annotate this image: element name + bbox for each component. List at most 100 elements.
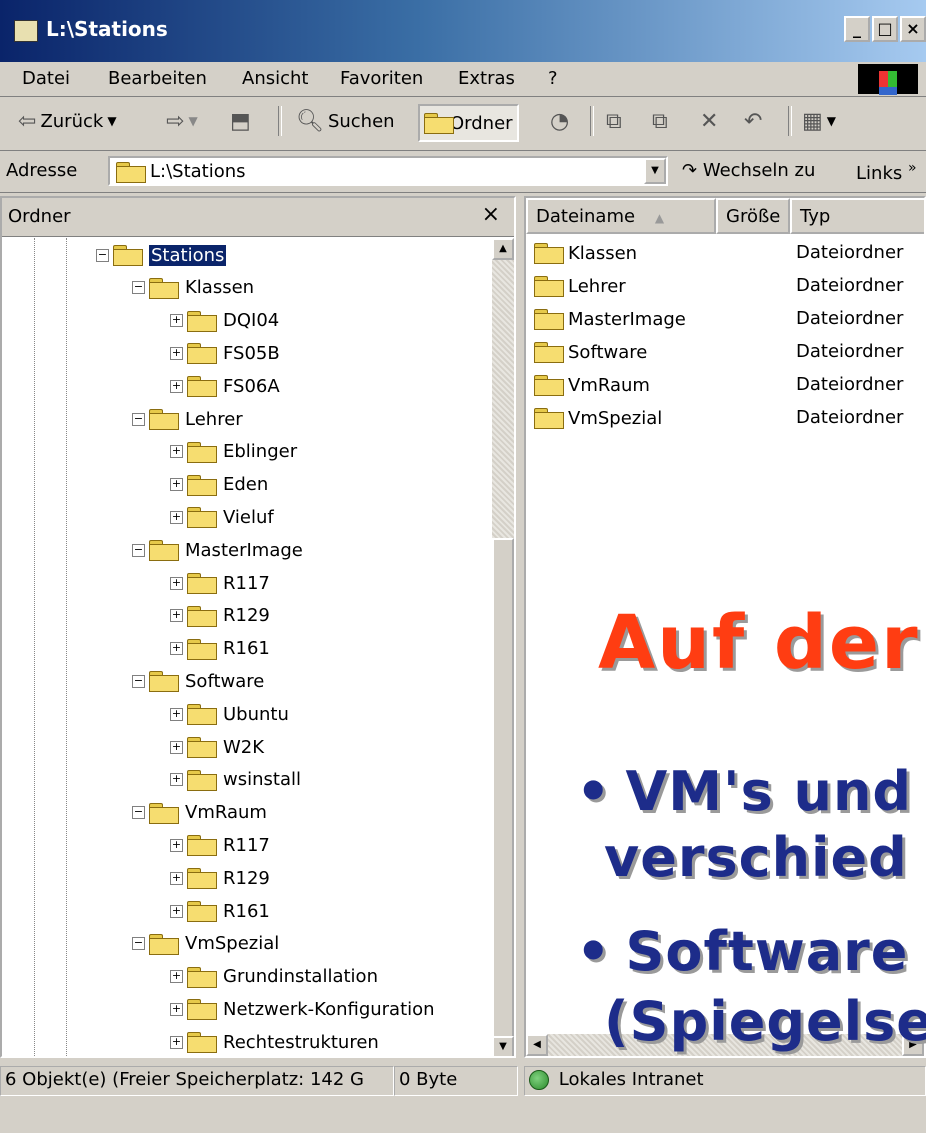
close-button[interactable]: × <box>900 16 926 42</box>
menu-datei[interactable]: Datei <box>22 68 70 89</box>
folder-icon <box>534 342 564 363</box>
up-folder-button[interactable]: ⬒ <box>230 104 251 138</box>
collapse-icon[interactable]: − <box>132 543 145 557</box>
collapse-icon[interactable]: − <box>132 806 145 820</box>
column-header-size[interactable]: Größe <box>716 198 790 234</box>
tree-item[interactable]: − Stations <box>96 240 227 270</box>
collapse-icon[interactable]: − <box>132 281 145 295</box>
address-dropdown-icon[interactable]: ▼ <box>644 158 666 184</box>
history-button[interactable]: ◔ <box>550 104 569 138</box>
collapse-icon[interactable]: − <box>96 248 109 262</box>
scroll-up-icon[interactable]: ▲ <box>492 238 514 260</box>
back-label: Zurück <box>40 110 104 132</box>
scroll-left-icon[interactable]: ◀ <box>526 1034 548 1056</box>
tree-item[interactable]: + Netzwerk-Konfiguration <box>170 994 435 1024</box>
move-to-button[interactable]: ⧉ <box>606 104 622 138</box>
views-button[interactable]: ▦ ▼ <box>802 104 836 138</box>
tree-item[interactable]: + Eden <box>170 470 268 500</box>
tree-item[interactable]: + FS05B <box>170 338 280 368</box>
menu-favoriten[interactable]: Favoriten <box>340 68 423 89</box>
tree-item-label: Stations <box>149 244 227 266</box>
scroll-down-icon[interactable]: ▼ <box>492 1036 514 1056</box>
folder-icon <box>116 162 146 183</box>
maximize-button[interactable]: □ <box>872 16 898 42</box>
tree-item[interactable]: + R129 <box>170 863 270 893</box>
title-bar[interactable]: L:\Stations _ □ × <box>0 0 926 62</box>
folder-pane-scrollbar[interactable]: ▲ ▼ <box>492 238 514 1056</box>
tree-item[interactable]: − VmSpezial <box>132 929 279 959</box>
tree-item[interactable]: − VmRaum <box>132 798 267 828</box>
file-row[interactable]: Lehrer <box>534 271 626 301</box>
menu-bearbeiten[interactable]: Bearbeiten <box>108 68 207 89</box>
tree-item[interactable]: − MasterImage <box>132 535 303 565</box>
expand-icon[interactable]: + <box>170 904 183 918</box>
file-row[interactable]: Software <box>534 337 647 367</box>
tree-item[interactable]: + Eblinger <box>170 437 297 467</box>
expand-icon[interactable]: + <box>170 478 183 492</box>
window-app-icon[interactable] <box>14 20 38 42</box>
collapse-icon[interactable]: − <box>132 674 145 688</box>
collapse-icon[interactable]: − <box>132 412 145 426</box>
tree-item[interactable]: + Ubuntu <box>170 699 289 729</box>
tree-item[interactable]: + Grundinstallation <box>170 962 378 992</box>
menu-extras[interactable]: Extras <box>458 68 515 89</box>
column-header-name[interactable]: Dateiname ▲ <box>526 198 716 234</box>
go-button[interactable]: ↷ Wechseln zu <box>682 160 815 181</box>
file-name: VmRaum <box>568 374 650 396</box>
expand-icon[interactable]: + <box>170 445 183 459</box>
expand-icon[interactable]: + <box>170 1035 183 1049</box>
expand-icon[interactable]: + <box>170 314 183 328</box>
tree-item[interactable]: + R161 <box>170 896 270 926</box>
expand-icon[interactable]: + <box>170 970 183 984</box>
expand-icon[interactable]: + <box>170 707 183 721</box>
tree-item[interactable]: + DQI04 <box>170 306 279 336</box>
folders-button[interactable]: Ordner <box>418 104 519 142</box>
tree-item[interactable]: + R117 <box>170 830 270 860</box>
tree-item[interactable]: − Software <box>132 666 264 696</box>
expand-icon[interactable]: + <box>170 609 183 623</box>
expand-icon[interactable]: + <box>170 838 183 852</box>
expand-icon[interactable]: + <box>170 510 183 524</box>
back-dropdown-icon[interactable]: ▼ <box>107 114 116 128</box>
links-button[interactable]: Links » <box>856 160 917 184</box>
close-icon[interactable]: × <box>482 202 500 227</box>
undo-button[interactable]: ↶ <box>744 104 762 138</box>
file-row[interactable]: MasterImage <box>534 304 686 334</box>
collapse-icon[interactable]: − <box>132 937 145 951</box>
expand-icon[interactable]: + <box>170 1002 183 1016</box>
column-header-type[interactable]: Typ <box>790 198 924 234</box>
expand-icon[interactable]: + <box>170 379 183 393</box>
delete-button[interactable]: ✕ <box>700 104 718 138</box>
tree-item[interactable]: + FS06A <box>170 371 280 401</box>
scrollbar-thumb[interactable] <box>492 538 514 1038</box>
tree-item[interactable]: + R117 <box>170 568 270 598</box>
tree-item[interactable]: − Klassen <box>132 273 254 303</box>
forward-dropdown-icon[interactable]: ▼ <box>188 114 197 128</box>
menu-help[interactable]: ? <box>548 68 558 89</box>
expand-icon[interactable]: + <box>170 871 183 885</box>
tree-item[interactable]: − Lehrer <box>132 404 243 434</box>
expand-icon[interactable]: + <box>170 773 183 787</box>
file-row[interactable]: Klassen <box>534 238 637 268</box>
tree-item[interactable]: + W2K <box>170 732 264 762</box>
tree-item[interactable]: + Vieluf <box>170 502 274 532</box>
file-row[interactable]: VmRaum <box>534 370 650 400</box>
expand-icon[interactable]: + <box>170 576 183 590</box>
menu-ansicht[interactable]: Ansicht <box>242 68 308 89</box>
search-button[interactable]: 🔍︎ Suchen <box>296 104 395 138</box>
tree-item[interactable]: + wsinstall <box>170 765 301 795</box>
copy-to-button[interactable]: ⧉ <box>652 104 668 138</box>
address-field[interactable]: L:\Stations ▼ <box>108 156 668 186</box>
back-button[interactable]: ⇦ Zurück ▼ <box>18 104 117 138</box>
tree-item[interactable]: + Rechtestrukturen <box>170 1027 379 1056</box>
forward-button[interactable]: ⇨ ▼ <box>166 104 198 138</box>
tree-item[interactable]: + R161 <box>170 634 270 664</box>
expand-icon[interactable]: + <box>170 642 183 656</box>
minimize-button[interactable]: _ <box>844 16 870 42</box>
file-row[interactable]: VmSpezial <box>534 403 662 433</box>
expand-icon[interactable]: + <box>170 346 183 360</box>
folder-icon <box>187 769 217 791</box>
folder-icon <box>187 737 217 758</box>
tree-item[interactable]: + R129 <box>170 601 270 631</box>
expand-icon[interactable]: + <box>170 740 183 754</box>
